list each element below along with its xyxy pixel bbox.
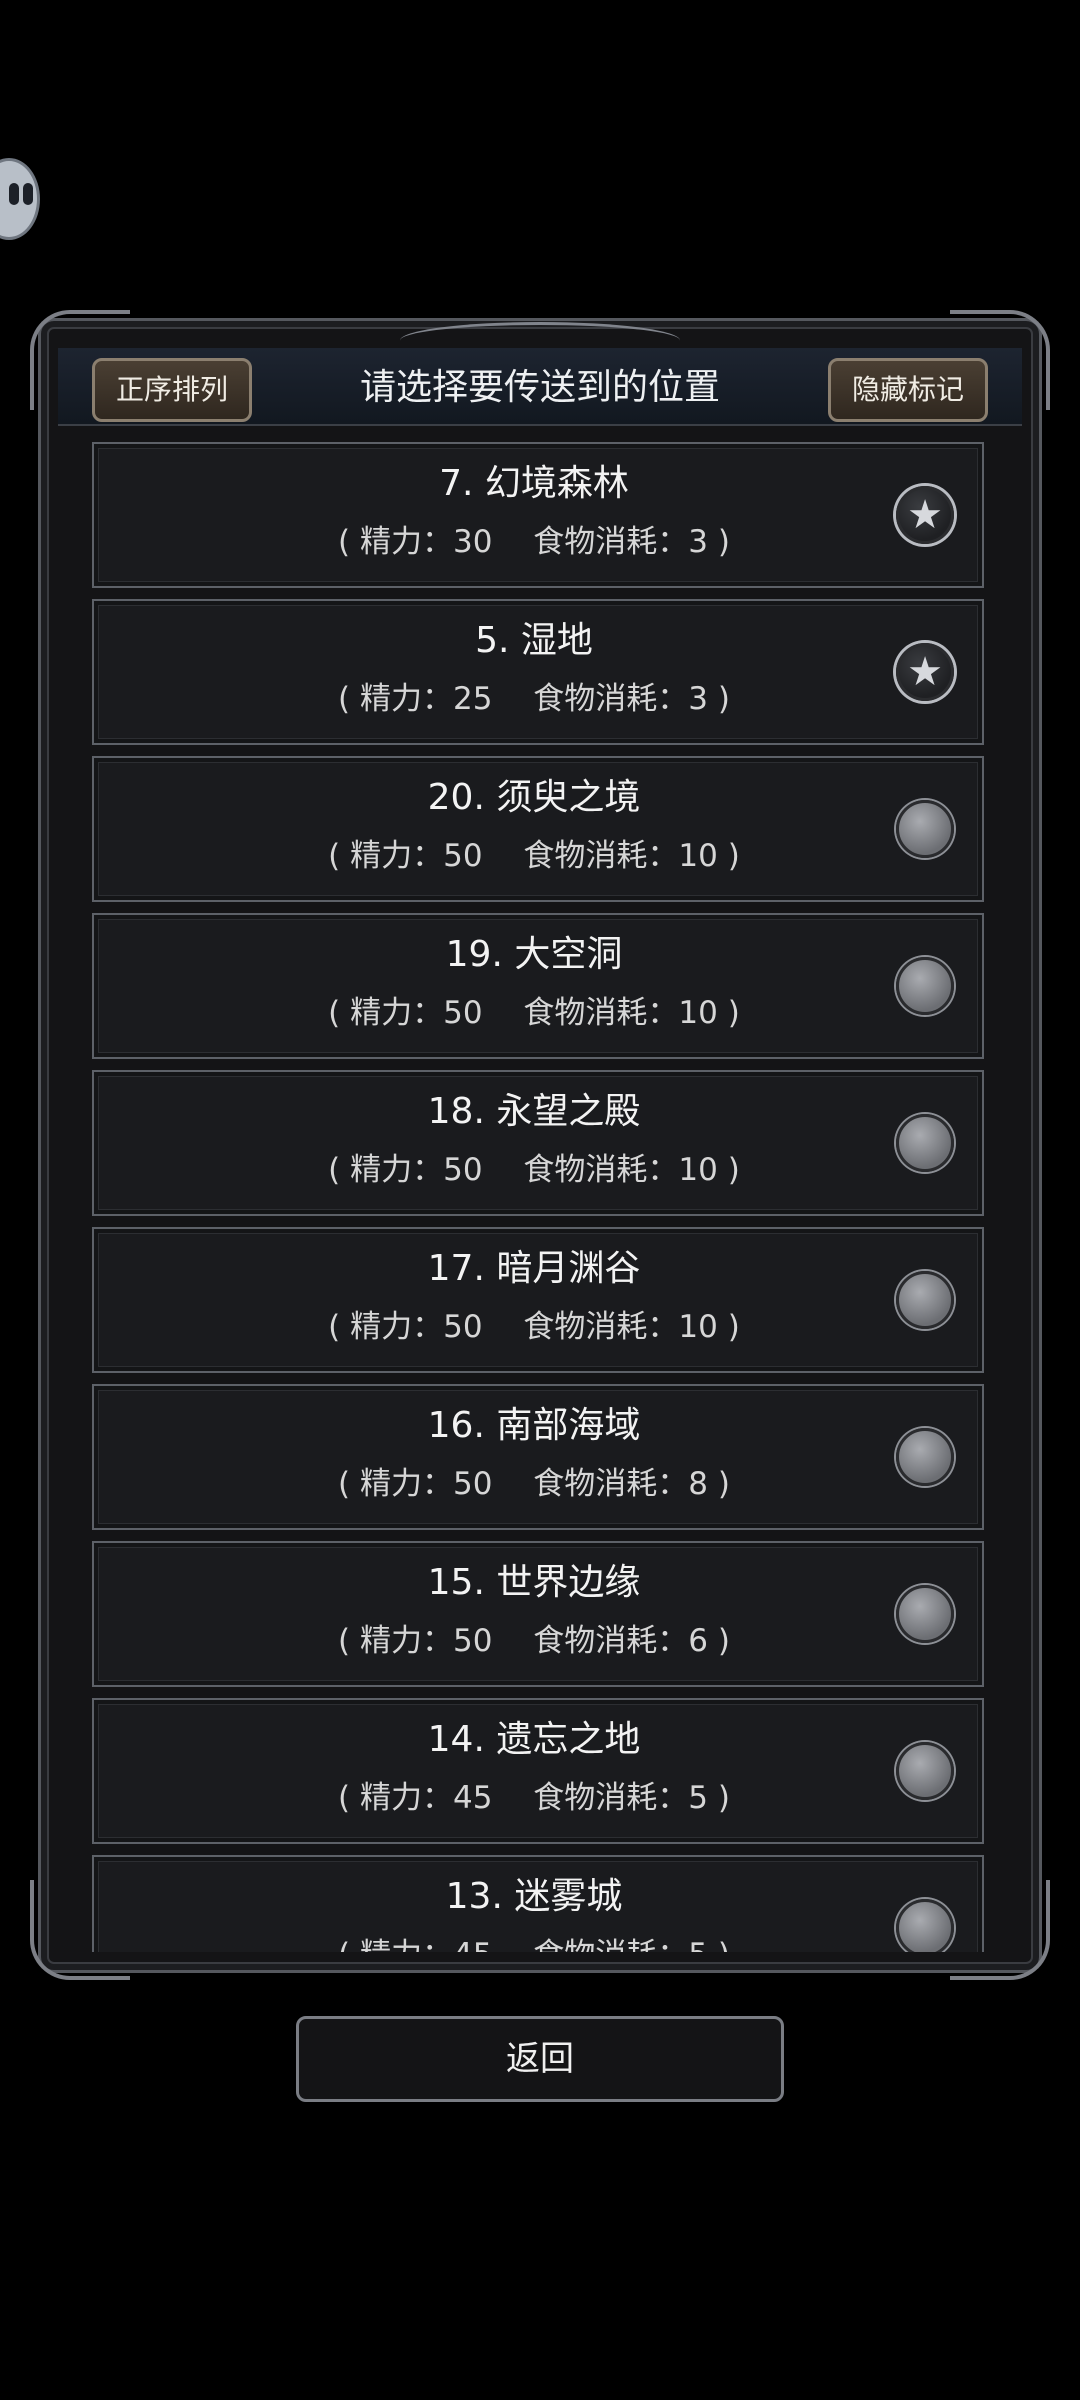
location-name: 5. 湿地 [475, 620, 593, 661]
location-cost: ( 精力：25 食物消耗：3 ) [338, 681, 730, 717]
location-row[interactable]: 19. 大空洞 ( 精力：50 食物消耗：10 ) [92, 913, 984, 1059]
sort-order-button[interactable]: 正序排列 [92, 358, 252, 422]
blank-badge-icon[interactable] [896, 1114, 954, 1172]
location-name: 20. 须臾之境 [427, 777, 641, 818]
blank-badge-icon[interactable] [896, 1899, 954, 1952]
location-row[interactable]: 20. 须臾之境 ( 精力：50 食物消耗：10 ) [92, 756, 984, 902]
hide-marks-button[interactable]: 隐藏标记 [828, 358, 988, 422]
location-name: 13. 迷雾城 [445, 1876, 623, 1917]
location-cost: ( 精力：50 食物消耗：10 ) [328, 995, 740, 1031]
location-cost: ( 精力：50 食物消耗：6 ) [338, 1623, 730, 1659]
location-cost: ( 精力：45 食物消耗：5 ) [94, 1935, 974, 1952]
location-name: 19. 大空洞 [445, 934, 623, 975]
blank-badge-icon[interactable] [896, 1271, 954, 1329]
location-row[interactable]: 14. 遗忘之地 ( 精力：45 食物消耗：5 ) [92, 1698, 984, 1844]
location-row[interactable]: 17. 暗月渊谷 ( 精力：50 食物消耗：10 ) [92, 1227, 984, 1373]
location-name: 18. 永望之殿 [427, 1091, 641, 1132]
location-list[interactable]: 7. 幻境森林 ( 精力：30 食物消耗：3 ) 5. 湿地 ( 精力：25 食物消耗… [92, 442, 988, 1952]
location-row[interactable]: 16. 南部海域 ( 精力：50 食物消耗：8 ) [92, 1384, 984, 1530]
star-badge-icon[interactable] [896, 486, 954, 544]
location-cost: ( 精力：50 食物消耗：10 ) [328, 1152, 740, 1188]
location-cost: ( 精力：50 食物消耗：10 ) [328, 838, 740, 874]
location-name: 7. 幻境森林 [439, 463, 629, 504]
location-cost: ( 精力：50 食物消耗：10 ) [328, 1309, 740, 1345]
blank-badge-icon[interactable] [896, 957, 954, 1015]
location-cost: ( 精力：50 食物消耗：8 ) [338, 1466, 730, 1502]
assistant-eye-left [9, 183, 19, 205]
blank-badge-icon[interactable] [896, 800, 954, 858]
location-row[interactable]: 15. 世界边缘 ( 精力：50 食物消耗：6 ) [92, 1541, 984, 1687]
location-name: 16. 南部海域 [427, 1405, 641, 1446]
dialog-title: 请选择要传送到的位置 [359, 367, 720, 408]
blank-badge-icon[interactable] [896, 1742, 954, 1800]
location-cost: ( 精力：45 食物消耗：5 ) [338, 1780, 730, 1816]
location-cost: ( 精力：30 食物消耗：3 ) [338, 524, 730, 560]
floating-assistant-icon[interactable] [0, 158, 40, 240]
star-badge-icon[interactable] [896, 643, 954, 701]
blank-badge-icon[interactable] [896, 1585, 954, 1643]
location-row[interactable]: 18. 永望之殿 ( 精力：50 食物消耗：10 ) [92, 1070, 984, 1216]
location-row[interactable]: 5. 湿地 ( 精力：25 食物消耗：3 ) [92, 599, 984, 745]
location-name: 15. 世界边缘 [427, 1562, 641, 1603]
location-row[interactable]: 13. 迷雾城 ( 精力：45 食物消耗：5 ) [92, 1855, 984, 1952]
back-button[interactable]: 返回 [296, 2016, 784, 2102]
location-row[interactable]: 7. 幻境森林 ( 精力：30 食物消耗：3 ) [92, 442, 984, 588]
assistant-eye-right [23, 183, 33, 205]
location-name: 14. 遗忘之地 [427, 1719, 641, 1760]
blank-badge-icon[interactable] [896, 1428, 954, 1486]
location-name: 17. 暗月渊谷 [427, 1248, 641, 1289]
